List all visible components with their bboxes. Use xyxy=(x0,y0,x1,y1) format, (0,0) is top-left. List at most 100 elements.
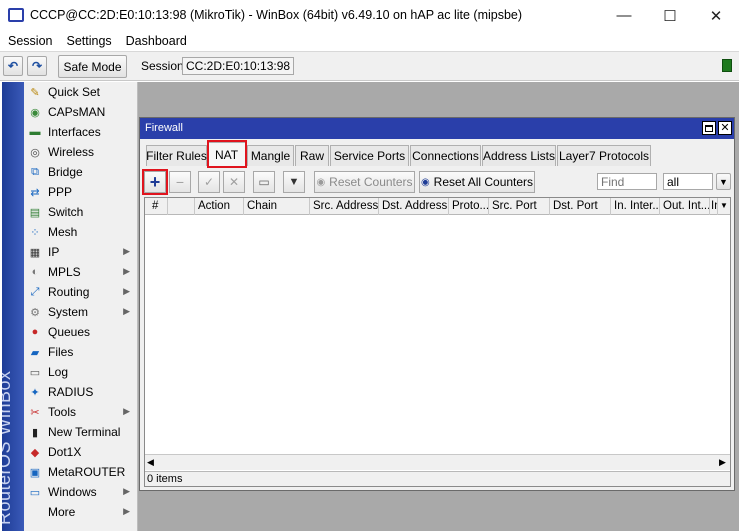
col-flags[interactable] xyxy=(168,198,195,215)
menu-session[interactable]: Session xyxy=(8,34,52,48)
tab-filter-rules[interactable]: Filter Rules xyxy=(146,145,207,166)
submenu-arrow-icon: ▶ xyxy=(123,306,130,316)
sidebar-item-mesh[interactable]: ⁘ Mesh xyxy=(24,222,138,242)
scroll-right-icon[interactable]: ▶ xyxy=(719,457,726,468)
sidebar-item-ip[interactable]: ▦ IP ▶ xyxy=(24,242,138,262)
queues-icon: ● xyxy=(31,326,39,338)
windows-icon: ▭ xyxy=(29,486,41,499)
find-input[interactable] xyxy=(597,173,657,190)
col-chain[interactable]: Chain xyxy=(244,198,310,215)
sidebar-item-label: Quick Set xyxy=(48,85,101,99)
files-icon: ▰ xyxy=(30,346,40,359)
capsman-icon: ◉ xyxy=(30,106,40,119)
sidebar-item-ppp[interactable]: ⇄ PPP xyxy=(24,182,138,202)
disable-button[interactable]: ✕ xyxy=(223,171,245,193)
table-header: # Action Chain Src. Address Dst. Address… xyxy=(145,198,730,215)
check-icon: ✓ xyxy=(203,175,215,189)
col-number[interactable]: # xyxy=(145,198,168,215)
sidebar-brand: RouterOS WinBox xyxy=(2,370,14,525)
sidebar-item-label: Interfaces xyxy=(48,125,101,139)
filter-dropdown-button[interactable]: ▼ xyxy=(716,173,731,190)
sidebar-item-log[interactable]: ▭ Log xyxy=(24,362,138,382)
nat-rules-table[interactable]: # Action Chain Src. Address Dst. Address… xyxy=(144,197,731,487)
sidebar-item-label: Queues xyxy=(48,325,91,339)
dot1x-icon: ◆ xyxy=(30,446,40,459)
maximize-button[interactable]: ☐ xyxy=(647,0,693,31)
sidebar-item-label: RADIUS xyxy=(48,385,94,399)
interfaces-icon: ▬ xyxy=(29,126,41,138)
sidebar-item-files[interactable]: ▰ Files xyxy=(24,342,138,362)
firewall-close-button[interactable]: ✕ xyxy=(718,121,732,135)
redo-button[interactable]: ↷ xyxy=(27,56,47,76)
cross-icon: ✕ xyxy=(228,175,240,189)
ip-icon: ▦ xyxy=(29,246,41,259)
horizontal-scrollbar[interactable]: ◀ ▶ xyxy=(145,454,730,470)
sidebar-item-label: Dot1X xyxy=(48,445,82,459)
sidebar-item-system[interactable]: ⚙ System ▶ xyxy=(24,302,138,322)
nat-tab-highlight xyxy=(207,140,247,168)
sidebar-item-label: CAPsMAN xyxy=(48,105,106,119)
submenu-arrow-icon: ▶ xyxy=(123,406,130,416)
sidebar-item-label: MPLS xyxy=(48,265,81,279)
quick-set-icon: ✎ xyxy=(30,86,40,99)
enable-button[interactable]: ✓ xyxy=(198,171,220,193)
sidebar-item-windows[interactable]: ▭ Windows ▶ xyxy=(24,482,138,502)
col-in-interface[interactable]: In. Inter... xyxy=(611,198,660,215)
undo-button[interactable]: ↶ xyxy=(3,56,23,76)
filter-button[interactable]: ▼ xyxy=(283,171,305,193)
col-out-interface[interactable]: Out. Int... xyxy=(660,198,710,215)
reset-all-counters-icon: ◉ xyxy=(420,176,430,188)
safe-mode-button[interactable]: Safe Mode xyxy=(58,55,127,78)
status-indicator-icon xyxy=(722,59,732,72)
scroll-left-icon[interactable]: ◀ xyxy=(147,457,154,468)
firewall-titlebar[interactable]: Firewall ✕ xyxy=(140,118,734,139)
submenu-arrow-icon: ▶ xyxy=(123,246,130,256)
sidebar-item-metarouter[interactable]: ▣ MetaROUTER xyxy=(24,462,138,482)
menu-settings[interactable]: Settings xyxy=(66,34,111,48)
comment-icon: ▭ xyxy=(258,175,270,189)
sidebar-item-routing[interactable]: ⤢ Routing ▶ xyxy=(24,282,138,302)
comment-button[interactable]: ▭ xyxy=(253,171,275,193)
sidebar-item-radius[interactable]: ✦ RADIUS xyxy=(24,382,138,402)
tab-service-ports[interactable]: Service Ports xyxy=(330,145,409,166)
sidebar-item-mpls[interactable]: ◐ MPLS ▶ xyxy=(24,262,138,282)
tab-layer7-protocols[interactable]: Layer7 Protocols xyxy=(557,145,651,166)
sidebar-item-tools[interactable]: ✂ Tools ▶ xyxy=(24,402,138,422)
sidebar-item-dot1x[interactable]: ◆ Dot1X xyxy=(24,442,138,462)
sidebar-item-switch[interactable]: ▤ Switch xyxy=(24,202,138,222)
sidebar-item-queues[interactable]: ● Queues xyxy=(24,322,138,342)
sidebar-item-interfaces[interactable]: ▬ Interfaces xyxy=(24,122,138,142)
reset-all-counters-button[interactable]: ◉ Reset All Counters xyxy=(419,171,535,193)
sidebar-item-wireless[interactable]: ◎ Wireless xyxy=(24,142,138,162)
col-src-port[interactable]: Src. Port xyxy=(489,198,550,215)
sidebar-item-capsman[interactable]: ◉ CAPsMAN xyxy=(24,102,138,122)
add-button-highlight xyxy=(142,169,168,195)
sidebar-item-quick-set[interactable]: ✎ Quick Set xyxy=(24,82,138,102)
tab-connections[interactable]: Connections xyxy=(410,145,481,166)
reset-all-counters-label: Reset All Counters xyxy=(433,175,534,189)
sidebar-item-label: Tools xyxy=(48,405,77,419)
sidebar-item-more[interactable]: More ▶ xyxy=(24,502,138,522)
col-dst-address[interactable]: Dst. Address xyxy=(379,198,449,215)
wireless-icon: ◎ xyxy=(30,146,40,159)
filter-select[interactable]: all xyxy=(663,173,713,190)
menu-dashboard[interactable]: Dashboard xyxy=(126,34,187,48)
col-dst-port[interactable]: Dst. Port xyxy=(550,198,611,215)
tab-mangle[interactable]: Mangle xyxy=(247,145,294,166)
sidebar-item-new-terminal[interactable]: ▮ New Terminal xyxy=(24,422,138,442)
col-in[interactable]: In xyxy=(710,198,718,215)
col-protocol[interactable]: Proto... xyxy=(449,198,489,215)
sidebar-item-label: Mesh xyxy=(48,225,78,239)
sidebar-item-bridge[interactable]: ⧉ Bridge xyxy=(24,162,138,182)
col-src-address[interactable]: Src. Address xyxy=(310,198,379,215)
col-action[interactable]: Action xyxy=(195,198,244,215)
minimize-button[interactable]: — xyxy=(601,0,647,31)
firewall-maximize-button[interactable] xyxy=(702,121,716,135)
remove-button[interactable]: − xyxy=(169,171,191,193)
close-button[interactable]: ✕ xyxy=(693,0,739,31)
column-menu-button[interactable]: ▼ xyxy=(718,198,730,215)
sidebar-item-label: Windows xyxy=(48,485,97,499)
reset-counters-button[interactable]: ◉ Reset Counters xyxy=(314,171,415,193)
tab-raw[interactable]: Raw xyxy=(295,145,329,166)
tab-address-lists[interactable]: Address Lists xyxy=(482,145,556,166)
